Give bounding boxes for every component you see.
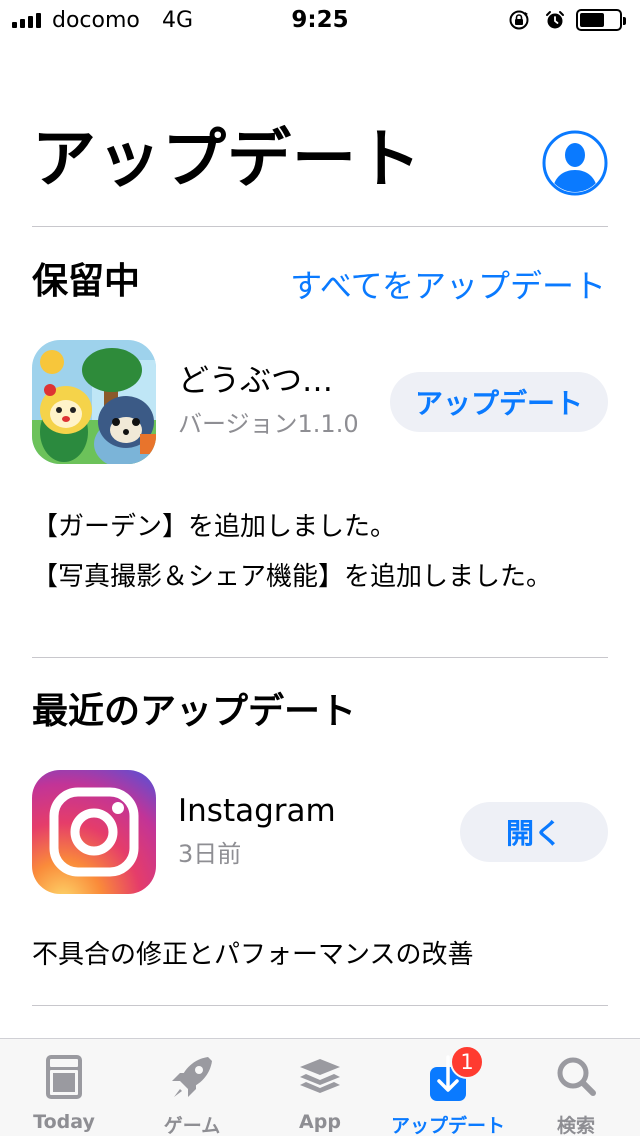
tab-label: Today [33,1111,95,1133]
search-icon [557,1057,596,1096]
today-icon [46,1055,82,1099]
tab-label: アップデート [390,1115,505,1136]
tab-label: ゲーム [163,1115,221,1136]
recent-section-title: 最近のアップデート [32,691,357,732]
tab-updates[interactable]: 1 アップデート [384,1039,512,1136]
rocket-icon [172,1057,212,1097]
section-divider [32,657,608,658]
pending-app-name: どうぶつ… [178,363,333,399]
release-note-line: 【ガーデン】を追加しました。 [32,512,397,542]
tab-label: App [299,1111,341,1133]
pending-app-version: バージョン1.1.0 [178,410,359,438]
apps-stack-icon [300,1059,340,1093]
updates-count-badge: 1 [450,1045,484,1079]
page-title: アップデート [32,123,422,197]
recent-app-name: Instagram [178,793,336,829]
recent-app-date: 3日前 [178,840,242,868]
app-store-updates-screen: docomo 4G 9:25 アップデート 保留中 すべてをアップデート どうぶ… [0,0,640,1136]
tab-apps[interactable]: App [256,1039,384,1136]
release-note-line: 【写真撮影＆シェア機能】を追加しました。 [32,562,553,592]
animal-crossing-app-icon[interactable] [32,340,156,464]
tab-bar: Today ゲーム App 1 アップデート 検索 [0,1038,640,1136]
tab-today[interactable]: Today [0,1039,128,1136]
header-divider [32,226,608,227]
tab-games[interactable]: ゲーム [128,1039,256,1136]
release-note-line: 不具合の修正とパフォーマンスの改善 [32,940,474,970]
status-bar: docomo 4G 9:25 [0,0,640,40]
battery-icon [576,9,626,31]
account-avatar-icon[interactable] [542,130,608,196]
tab-label: 検索 [556,1115,595,1136]
update-all-button[interactable]: すべてをアップデート [290,270,606,302]
instagram-app-icon[interactable] [32,770,156,894]
rotation-lock-icon [509,10,529,30]
alarm-icon [546,11,564,29]
pending-section-title: 保留中 [32,261,141,302]
open-button[interactable]: 開く [460,802,608,862]
update-button[interactable]: アップデート [390,372,608,432]
tab-search[interactable]: 検索 [512,1039,640,1136]
section-divider [32,1005,608,1006]
